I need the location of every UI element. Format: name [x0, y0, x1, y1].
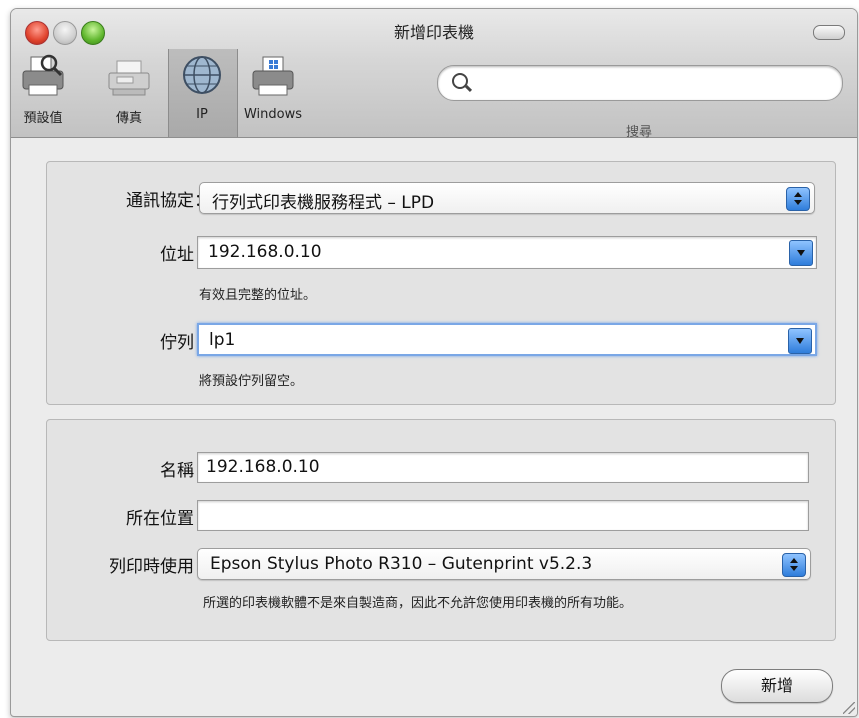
toolbar-toggle-button[interactable] — [813, 25, 845, 40]
default-printer-icon — [19, 53, 67, 101]
fax-icon — [105, 53, 153, 101]
driver-popup[interactable]: Epson Stylus Photo R310 – Gutenprint v5.… — [197, 548, 811, 580]
toolbar: 新增印表機 預設值 傳真 IP Windows 搜尋 — [11, 9, 857, 140]
toolbar-item-label: 預設值 — [23, 111, 63, 126]
queue-hint: 將預設佇列留空。 — [199, 374, 304, 389]
queue-value: lp1 — [209, 330, 236, 350]
popup-arrows-icon — [782, 553, 806, 577]
toolbar-item-default[interactable]: 預設值 — [17, 53, 69, 126]
ip-globe-icon — [178, 53, 226, 101]
address-hint: 有效且完整的位址。 — [199, 288, 317, 303]
search-label: 搜尋 — [625, 125, 652, 140]
address-value: 192.168.0.10 — [208, 242, 322, 262]
toolbar-item-label: IP — [196, 107, 208, 122]
toolbar-item-windows[interactable]: Windows — [233, 53, 313, 122]
toolbar-item-label: 傳真 — [115, 111, 142, 126]
queue-field[interactable]: lp1 — [197, 323, 817, 356]
address-field[interactable]: 192.168.0.10 — [197, 236, 817, 269]
chevron-down-icon[interactable] — [789, 240, 813, 266]
search-input[interactable] — [437, 65, 843, 101]
name-value: 192.168.0.10 — [206, 457, 320, 477]
resize-grip-icon[interactable] — [843, 702, 855, 714]
name-field[interactable]: 192.168.0.10 — [197, 452, 809, 483]
protocol-popup[interactable]: 行列式印表機服務程式 – LPD — [199, 182, 815, 214]
toolbar-item-label: Windows — [243, 107, 303, 122]
driver-label: 列印時使用： — [109, 557, 211, 577]
windows-printer-icon — [249, 53, 297, 101]
driver-warning: 所選的印表機軟體不是來自製造商，因此不允許您使用印表機的所有功能。 — [203, 596, 633, 611]
popup-arrows-icon — [786, 187, 810, 211]
driver-value: Epson Stylus Photo R310 – Gutenprint v5.… — [210, 554, 593, 574]
search-icon — [452, 73, 468, 89]
protocol-value: 行列式印表機服務程式 – LPD — [212, 193, 435, 213]
chevron-down-icon[interactable] — [788, 328, 812, 354]
window-title: 新增印表機 — [393, 23, 474, 42]
connection-panel: 通訊協定： 行列式印表機服務程式 – LPD 位址： 192.168.0.10 … — [46, 161, 836, 405]
location-field[interactable] — [197, 500, 809, 531]
toolbar-item-ip[interactable]: IP — [176, 53, 228, 122]
toolbar-item-fax[interactable]: 傳真 — [103, 53, 155, 126]
printer-info-panel: 名稱： 192.168.0.10 所在位置： 列印時使用： Epson Styl… — [46, 419, 836, 641]
add-printer-window: 新增印表機 預設值 傳真 IP Windows 搜尋 通訊協定： 行列式印表機服… — [10, 8, 858, 717]
add-button[interactable]: 新增 — [721, 669, 833, 703]
